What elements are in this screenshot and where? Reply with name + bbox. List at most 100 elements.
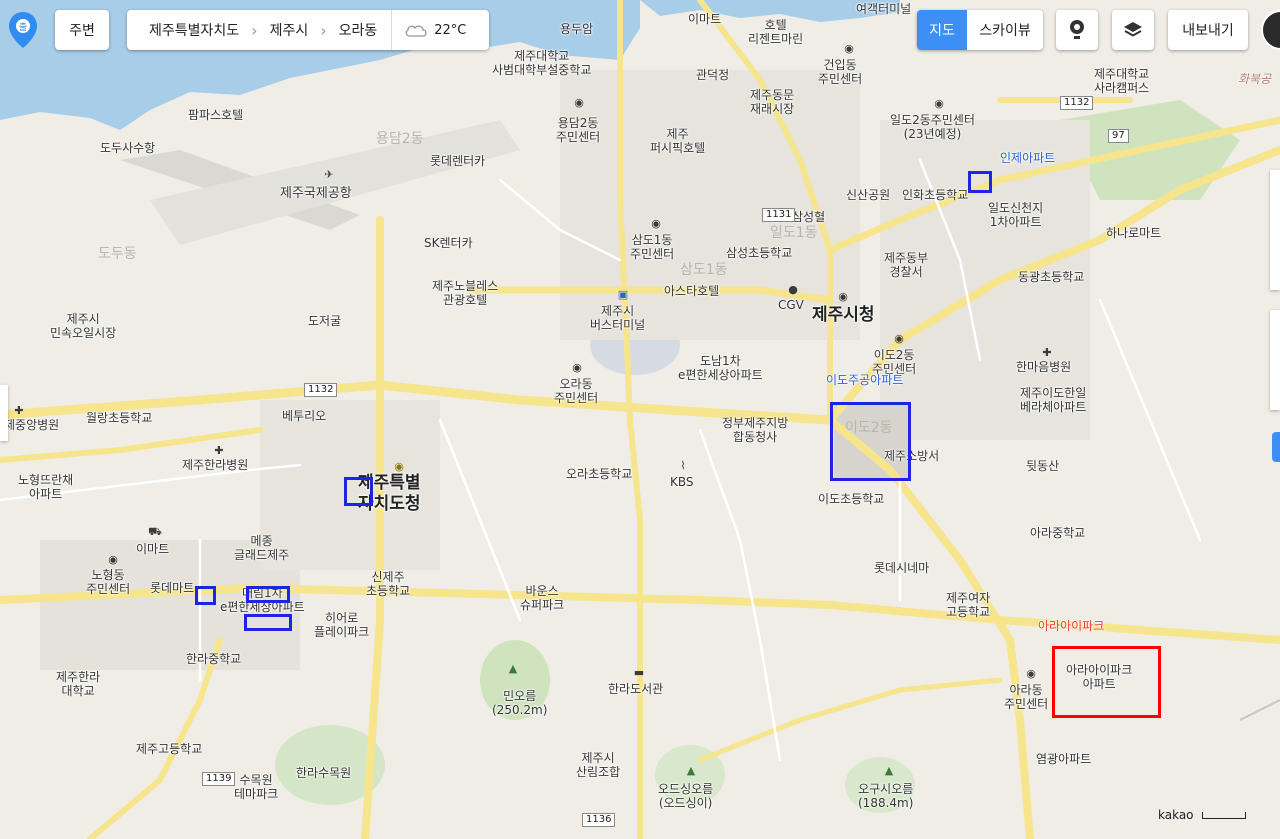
map-label[interactable]: 신제주 초등학교 bbox=[366, 570, 410, 598]
map-label[interactable]: 삼도1동 주민센터 bbox=[630, 233, 674, 261]
chevron-right-icon: › bbox=[251, 20, 258, 40]
map-label[interactable]: 노형동 주민센터 bbox=[86, 568, 130, 596]
map-label[interactable]: 제주 퍼시픽호텔 bbox=[650, 127, 705, 155]
roadview-icon bbox=[1070, 20, 1084, 39]
map-label[interactable]: 인제아파트 bbox=[1000, 151, 1055, 165]
map-label[interactable]: 제주시 버스터미널 bbox=[590, 304, 645, 332]
map-canvas[interactable]: 용담2동 삼도1동 이도2동 일도1동 용두암 이마트 호텔 리젠트마린 여객터… bbox=[0, 0, 1280, 839]
map-label[interactable]: CGV bbox=[778, 298, 804, 312]
mountain-icon: ▲ bbox=[508, 662, 518, 675]
map-label[interactable]: 도저굴 bbox=[308, 314, 341, 328]
breadcrumb-item[interactable]: 제주특별자치도 bbox=[149, 20, 239, 40]
app-logo-icon[interactable]: 출 bbox=[6, 10, 40, 50]
map-label[interactable]: 뒷동산 bbox=[1026, 459, 1059, 473]
map-label[interactable]: 제주국제공항 bbox=[280, 186, 352, 201]
map-label[interactable]: 히어로 플레이파크 bbox=[314, 611, 369, 639]
map-label[interactable]: 제주대학교 사라캠퍼스 bbox=[1094, 67, 1149, 95]
map-label[interactable]: 아스타호텔 bbox=[664, 284, 719, 298]
mart-icon: ⛟ bbox=[148, 525, 162, 538]
map-label[interactable]: 노형뜨란채 아파트 bbox=[18, 473, 73, 501]
layers-button[interactable] bbox=[1112, 10, 1154, 50]
breadcrumb-item[interactable]: 제주시 bbox=[270, 20, 309, 40]
map-label[interactable]: 메종 글래드제주 bbox=[234, 534, 289, 562]
map-label[interactable]: 도두사수항 bbox=[100, 141, 155, 155]
map-label[interactable]: 오라초등학교 bbox=[566, 467, 632, 481]
road-number-badge: 1132 bbox=[1060, 96, 1094, 110]
map-label[interactable]: 제주시 민속오일시장 bbox=[50, 312, 116, 340]
kakao-logo: kakao bbox=[1158, 808, 1194, 822]
map-label[interactable]: 제주이도한일 베라체아파트 bbox=[1020, 386, 1086, 414]
district-label: 삼도1동 bbox=[680, 262, 728, 278]
map-label[interactable]: 신산공원 bbox=[846, 188, 890, 202]
map-label[interactable]: 이도초등학교 bbox=[818, 492, 884, 506]
map-label[interactable]: 팜파스호텔 bbox=[188, 108, 243, 122]
breadcrumb: 제주특별자치도 › 제주시 › 오라동 22°C bbox=[127, 10, 489, 50]
map-label[interactable]: 이마트 bbox=[136, 542, 169, 556]
map-label[interactable]: 화북공 bbox=[1238, 72, 1271, 86]
map-label[interactable]: 인화초등학교 bbox=[902, 188, 968, 202]
map-label[interactable]: 제주여자 고등학교 bbox=[946, 591, 990, 619]
library-icon: ▬ bbox=[633, 666, 645, 679]
right-zoom-controls[interactable] bbox=[1270, 170, 1280, 290]
map-label[interactable]: 동광초등학교 bbox=[1018, 270, 1084, 284]
map-label[interactable]: 롯데시네마 bbox=[874, 561, 929, 575]
breadcrumb-item[interactable]: 오라동 bbox=[339, 20, 378, 40]
user-avatar[interactable] bbox=[1261, 10, 1280, 50]
road-number-badge: 1132 bbox=[304, 383, 338, 397]
map-mode-button[interactable]: 지도 bbox=[917, 10, 967, 50]
mountain-icon: ▲ bbox=[686, 764, 696, 777]
map-label[interactable]: 민오름 (250.2m) bbox=[492, 689, 547, 717]
map-label[interactable]: 제주시 산림조합 bbox=[576, 751, 620, 779]
map-label[interactable]: 아라아이파크 bbox=[1038, 619, 1104, 633]
hospital-icon: ✚ bbox=[14, 404, 24, 417]
nearby-button[interactable]: 주변 bbox=[55, 10, 109, 50]
map-label[interactable]: 도남1차 e편한세상아파트 bbox=[678, 354, 763, 382]
map-label[interactable]: 정부제주지방 합동청사 bbox=[722, 416, 788, 444]
map-label[interactable]: 일도신천지 1차아파트 bbox=[988, 201, 1043, 229]
map-label[interactable]: 제주동부 경찰서 bbox=[884, 251, 928, 279]
map-label[interactable]: 제주시청 bbox=[812, 305, 875, 325]
map-label[interactable]: 용담2동 주민센터 bbox=[556, 116, 600, 144]
map-label[interactable]: 하나로마트 bbox=[1106, 226, 1161, 240]
map-label[interactable]: 제중앙병원 bbox=[4, 418, 59, 432]
export-button[interactable]: 내보내기 bbox=[1168, 10, 1248, 50]
scale-tick bbox=[1201, 812, 1246, 819]
right-location-button[interactable] bbox=[1272, 432, 1280, 462]
roadview-button[interactable] bbox=[1056, 10, 1098, 50]
map-label[interactable]: 관덕정 bbox=[696, 68, 729, 82]
map-label[interactable]: 한라중학교 bbox=[186, 652, 241, 666]
map-label[interactable]: 이도주공아파트 bbox=[826, 373, 903, 387]
map-label[interactable]: SK렌터카 bbox=[424, 236, 473, 250]
map-label[interactable]: 바운스 슈퍼파크 bbox=[520, 584, 564, 612]
map-label[interactable]: 아라중학교 bbox=[1030, 526, 1085, 540]
map-label[interactable]: 제주동문 재래시장 bbox=[750, 88, 794, 116]
airport-icon: ✈ bbox=[324, 168, 334, 181]
map-label: 도두동 bbox=[98, 246, 137, 262]
map-label[interactable]: 한마음병원 bbox=[1016, 360, 1071, 374]
map-label[interactable]: 제주한라 대학교 bbox=[56, 670, 100, 698]
map-label[interactable]: 제주한라병원 bbox=[182, 458, 248, 472]
map-label[interactable]: 한라도서관 bbox=[608, 682, 663, 696]
map-label[interactable]: 제주노블레스 관광호텔 bbox=[432, 279, 498, 307]
map-label[interactable]: 염광아파트 bbox=[1036, 752, 1091, 766]
right-tool-controls[interactable] bbox=[1270, 310, 1280, 410]
map-label[interactable]: 오라동 주민센터 bbox=[554, 377, 598, 405]
map-label[interactable]: 오구시오름 (188.4m) bbox=[858, 782, 913, 810]
map-label[interactable]: 제주고등학교 bbox=[136, 742, 202, 756]
map-label[interactable]: 아라동 주민센터 bbox=[1004, 683, 1048, 711]
map-label[interactable]: 오드싱오름 (오드싱이) bbox=[658, 782, 713, 810]
map-label[interactable]: 삼성초등학교 bbox=[726, 246, 792, 260]
map-label[interactable]: 롯데렌터카 bbox=[430, 154, 485, 168]
map-label[interactable]: 한라수목원 bbox=[296, 766, 351, 780]
map-label[interactable]: 롯데마트 bbox=[150, 581, 194, 595]
top-toolbar: 출 주변 제주특별자치도 › 제주시 › 오라동 22°C 지도 스카이뷰 내보… bbox=[0, 0, 1280, 64]
center-marker-icon: ◉ bbox=[934, 97, 944, 110]
map-label[interactable]: 일도2동주민센터 (23년예정) bbox=[890, 113, 975, 141]
map-label[interactable]: 베투리오 bbox=[282, 409, 326, 423]
map-label[interactable]: 수목원 테마파크 bbox=[234, 773, 278, 801]
skyview-button[interactable]: 스카이뷰 bbox=[967, 10, 1043, 50]
map-label[interactable]: 삼성혈 bbox=[792, 210, 825, 224]
map-label[interactable]: 월랑초등학교 bbox=[86, 411, 152, 425]
map-label[interactable]: KBS bbox=[670, 475, 694, 489]
left-panel-toggle[interactable] bbox=[0, 385, 8, 441]
